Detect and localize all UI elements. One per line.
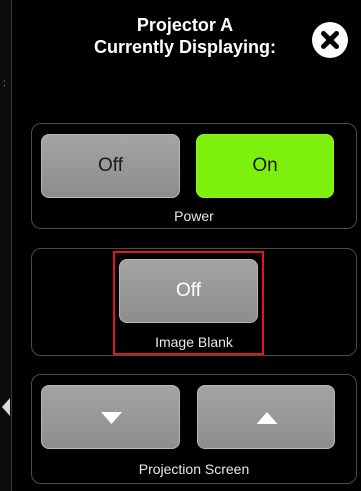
- close-icon: [313, 23, 347, 57]
- screen-down-button[interactable]: [41, 385, 180, 449]
- left-arrow-icon: [2, 398, 10, 416]
- triangle-down-icon: [101, 412, 122, 424]
- close-button[interactable]: [312, 22, 348, 58]
- power-on-button[interactable]: On: [196, 134, 334, 198]
- triangle-up-icon: [256, 412, 278, 424]
- power-group: Off On Power: [31, 123, 357, 229]
- projection-screen-group: Projection Screen: [31, 374, 357, 484]
- projector-dialog: Projector A Currently Displaying: Off On…: [15, 0, 359, 491]
- power-off-button[interactable]: Off: [41, 134, 180, 198]
- image-blank-highlight-box: [113, 251, 264, 355]
- background-page-edge: [11, 0, 12, 491]
- projection-screen-label: Projection Screen: [138, 461, 250, 477]
- projector-control-screen: : Projector A Currently Displaying: Off …: [0, 0, 361, 491]
- power-label: Power: [174, 208, 214, 224]
- dialog-title-line1: Projector A: [136, 15, 234, 35]
- background-dot: :: [3, 78, 6, 89]
- screen-up-button[interactable]: [197, 385, 335, 449]
- dialog-title-line2: Currently Displaying:: [93, 37, 277, 57]
- dialog-title: Projector A Currently Displaying:: [70, 14, 300, 58]
